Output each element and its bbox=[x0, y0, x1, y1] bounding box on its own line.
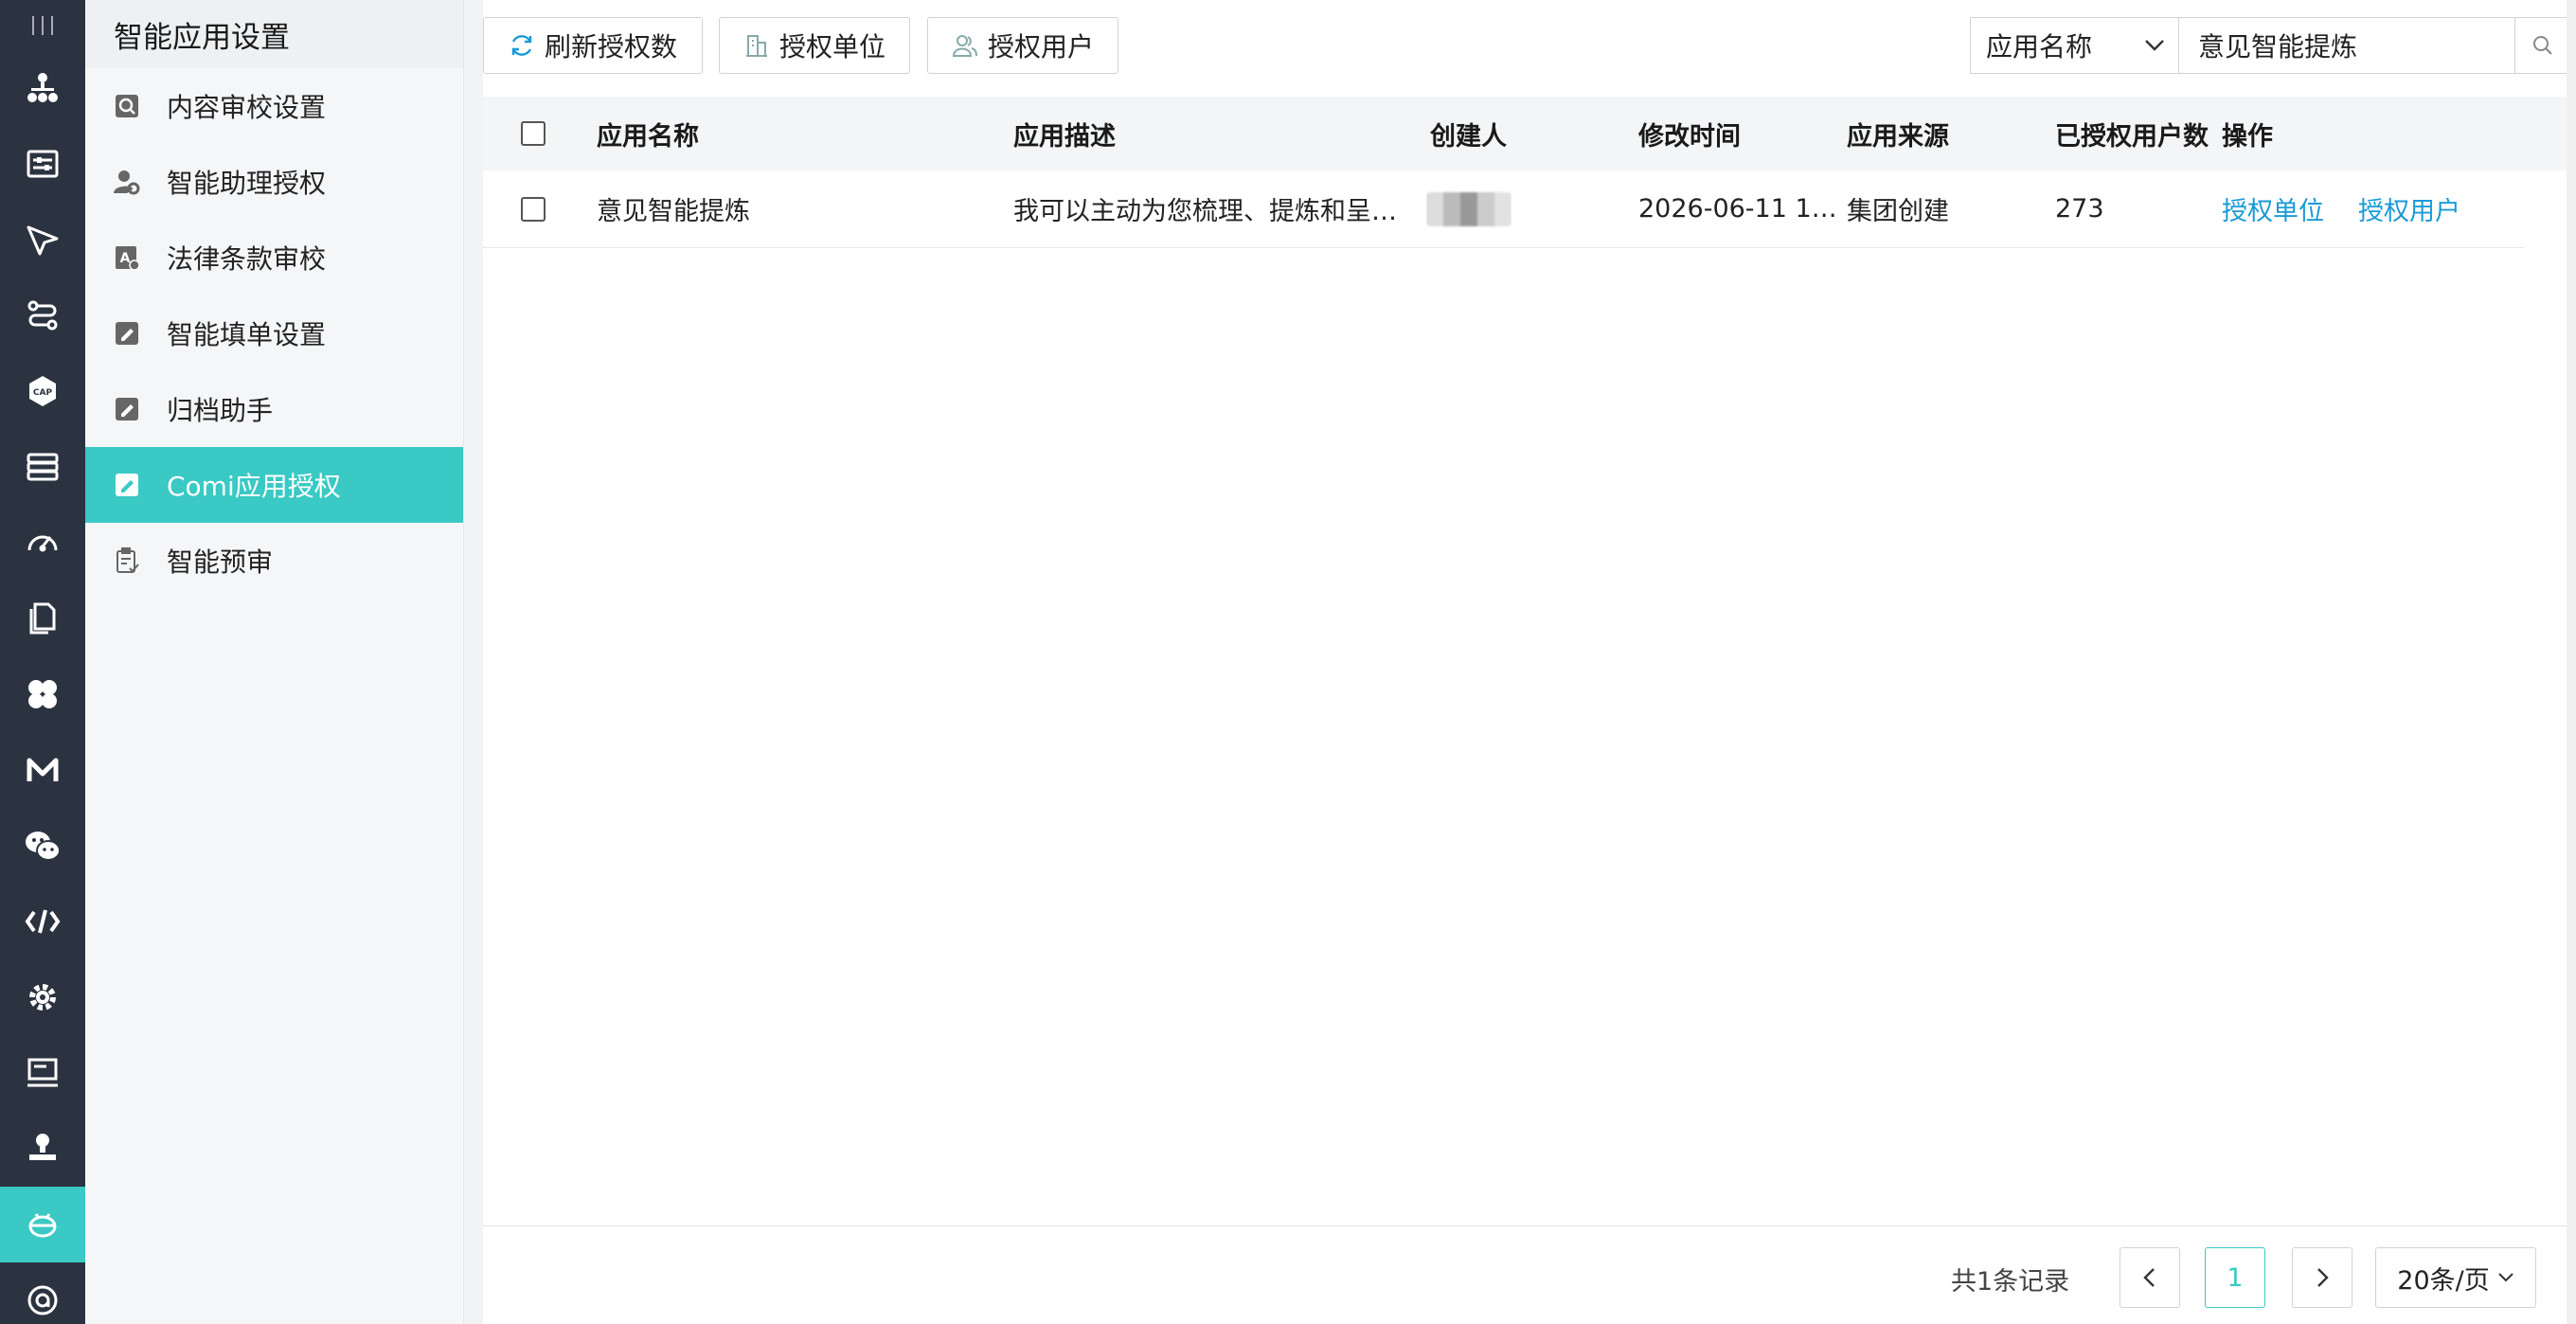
chevron-down-icon bbox=[2145, 40, 2164, 51]
auth-unit-button[interactable]: 授权单位 bbox=[719, 17, 910, 74]
sidebar-item-label: 智能预审 bbox=[167, 546, 274, 578]
law-doc-icon: A bbox=[114, 244, 140, 271]
scrollbar-track[interactable] bbox=[2567, 0, 2576, 1324]
refresh-icon bbox=[511, 35, 532, 56]
sidebar-item-label: 内容审校设置 bbox=[167, 92, 327, 123]
auth-user-label: 授权用户 bbox=[987, 31, 1094, 63]
toolbar: 刷新授权数 授权单位 授权用户 应用名称 bbox=[483, 0, 2570, 95]
app-description-cell: 我可以主动为您梳理、提炼和呈… bbox=[1013, 197, 1397, 226]
icon-rail: CAP bbox=[0, 0, 85, 1324]
m-brand-icon[interactable] bbox=[0, 732, 85, 808]
column-header[interactable]: 应用描述 bbox=[1013, 97, 1116, 170]
org-tree-icon[interactable] bbox=[0, 50, 85, 126]
sidebar-item-content-review[interactable]: 内容审校设置 bbox=[85, 68, 463, 144]
sidebar-item-comi-app-auth[interactable]: Comi应用授权 bbox=[85, 447, 463, 523]
settings-panel-icon[interactable] bbox=[0, 126, 85, 202]
auth-user-link-label[interactable]: 授权用户 bbox=[2358, 190, 2460, 227]
sidebar-item-label: 智能填单设置 bbox=[167, 319, 327, 350]
user-gear-icon bbox=[114, 169, 140, 195]
auth-unit-label: 授权单位 bbox=[778, 31, 886, 63]
edit-form-icon bbox=[114, 472, 140, 498]
search-button[interactable] bbox=[2515, 17, 2570, 74]
column-header[interactable]: 创建人 bbox=[1430, 97, 1507, 170]
dashboard-gauge-icon[interactable] bbox=[0, 505, 85, 581]
total-records-text: 共1条记录 bbox=[1951, 1267, 2070, 1297]
sidebar-item-law-review[interactable]: A 法律条款审校 bbox=[85, 220, 463, 295]
workflow-icon[interactable] bbox=[0, 277, 85, 353]
column-header[interactable]: 应用名称 bbox=[597, 97, 699, 170]
svg-text:A: A bbox=[120, 251, 131, 266]
column-header[interactable]: 修改时间 bbox=[1638, 97, 1741, 170]
search-input[interactable] bbox=[2178, 17, 2515, 74]
app-name-cell: 意见智能提炼 bbox=[597, 197, 750, 226]
sidebar-item-smart-form[interactable]: 智能填单设置 bbox=[85, 295, 463, 371]
ai-sparkle-icon[interactable] bbox=[0, 1262, 85, 1324]
gear-icon[interactable] bbox=[0, 959, 85, 1035]
prev-page-button[interactable] bbox=[2120, 1247, 2180, 1308]
select-all-checkbox[interactable] bbox=[521, 121, 546, 146]
send-icon[interactable] bbox=[0, 202, 85, 277]
documents-icon[interactable] bbox=[0, 581, 85, 656]
database-icon[interactable] bbox=[0, 429, 85, 505]
authorized-users-cell: 273 bbox=[2055, 194, 2104, 224]
sidebar-item-label: Comi应用授权 bbox=[167, 471, 341, 502]
magnify-doc-icon bbox=[114, 93, 140, 119]
sidebar-item-assistant-auth[interactable]: 智能助理授权 bbox=[85, 144, 463, 220]
column-header: 操作 bbox=[2222, 121, 2273, 152]
main-content: 刷新授权数 授权单位 授权用户 应用名称 应用名称 应用描述 创建人 修改时间 … bbox=[483, 0, 2570, 1324]
archive-edit-icon bbox=[114, 396, 140, 422]
users-icon bbox=[952, 35, 977, 57]
select-all-cell bbox=[521, 97, 546, 170]
search-field-value: 应用名称 bbox=[1986, 31, 2093, 63]
app-source-cell: 集团创建 bbox=[1847, 197, 1949, 226]
sidebar-item-archive-assistant[interactable]: 归档助手 bbox=[85, 371, 463, 447]
sidebar-item-label: 法律条款审校 bbox=[167, 243, 327, 275]
sidebar-item-smart-pre-review[interactable]: 智能预审 bbox=[85, 523, 463, 599]
row-auth-unit-link[interactable]: 授权单位 bbox=[2222, 170, 2324, 247]
auth-user-button[interactable]: 授权用户 bbox=[927, 17, 1118, 74]
sidebar-title: 智能应用设置 bbox=[85, 0, 463, 68]
pagination-bar: 共1条记录 1 20条/页 bbox=[483, 1226, 2567, 1324]
auth-unit-link-label[interactable]: 授权单位 bbox=[2222, 190, 2324, 227]
clipboard-check-icon bbox=[114, 547, 140, 574]
row-select-cell bbox=[521, 170, 546, 247]
chevron-left-icon bbox=[2143, 1268, 2155, 1287]
page-number-button[interactable]: 1 bbox=[2205, 1247, 2265, 1308]
refresh-auth-count-button[interactable]: 刷新授权数 bbox=[483, 17, 703, 74]
settings-sidebar: 智能应用设置 内容审校设置 智能助理授权 A 法律条款审校 智能填单设置 归档助… bbox=[85, 0, 464, 1324]
chevron-right-icon bbox=[2317, 1268, 2329, 1287]
search-field-select[interactable]: 应用名称 bbox=[1970, 17, 2178, 74]
code-icon[interactable] bbox=[0, 884, 85, 959]
search-icon bbox=[2532, 36, 2552, 55]
page-size-select[interactable]: 20条/页 bbox=[2375, 1247, 2536, 1308]
svg-text:CAP: CAP bbox=[33, 388, 53, 398]
building-icon bbox=[745, 35, 767, 57]
sidebar-item-label: 智能助理授权 bbox=[167, 168, 327, 199]
monitor-icon[interactable] bbox=[0, 1035, 85, 1111]
robot-assistant-icon[interactable] bbox=[0, 1187, 85, 1262]
sidebar-item-label: 归档助手 bbox=[167, 395, 274, 426]
menu-toggle-icon[interactable] bbox=[0, 0, 85, 51]
row-checkbox[interactable] bbox=[521, 196, 546, 222]
row-auth-user-link[interactable]: 授权用户 bbox=[2358, 170, 2460, 247]
edit-form-icon bbox=[114, 320, 140, 347]
table-header: 应用名称 应用描述 创建人 修改时间 应用来源 已授权用户数 操作 bbox=[483, 97, 2567, 170]
modified-time-cell: 2026-06-11 1… bbox=[1638, 194, 1837, 224]
wechat-icon[interactable] bbox=[0, 808, 85, 884]
creator-avatar-blurred bbox=[1426, 191, 1512, 226]
stamp-icon[interactable] bbox=[0, 1111, 85, 1187]
table-row[interactable]: 意见智能提炼 我可以主动为您梳理、提炼和呈… 2026-06-11 1… 集团创… bbox=[483, 170, 2524, 248]
column-header[interactable]: 已授权用户数 bbox=[2055, 97, 2209, 170]
page-size-value: 20条/页 bbox=[2397, 1265, 2490, 1296]
creator-cell bbox=[1426, 170, 1512, 247]
apps-petal-icon[interactable] bbox=[0, 656, 85, 732]
column-header[interactable]: 应用来源 bbox=[1847, 97, 1949, 170]
chevron-down-icon bbox=[2498, 1273, 2513, 1282]
cap-icon[interactable]: CAP bbox=[0, 353, 85, 429]
next-page-button[interactable] bbox=[2292, 1247, 2352, 1308]
refresh-label: 刷新授权数 bbox=[544, 31, 677, 63]
